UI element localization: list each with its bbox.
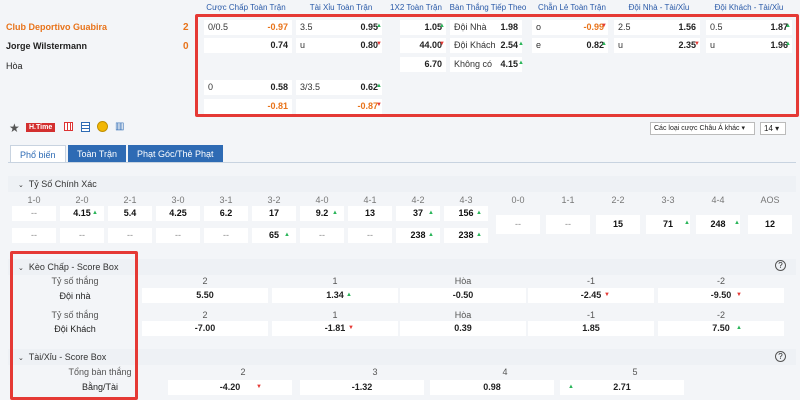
away-scorebox-odds[interactable]: 0.39 (400, 321, 526, 336)
header-home-ou: Đội Nhà - Tài/Xỉu (628, 3, 690, 12)
up-arrow-icon: ▲ (476, 210, 482, 216)
score-header: AOS (760, 195, 780, 205)
column-header: 4 (502, 367, 508, 377)
tab-underline (8, 162, 796, 163)
header-1x2: 1X2 Toàn Trận (390, 3, 442, 12)
home-score: 2 (183, 22, 189, 33)
score-odds-cell[interactable]: -- (60, 228, 104, 243)
score-odds-cell[interactable]: -- (204, 228, 248, 243)
home-scorebox-odds[interactable]: -2.45 (528, 288, 654, 303)
header-odd-even: Chẵn Lẻ Toàn Trận (538, 3, 606, 12)
count-select[interactable]: 14 ▾ (760, 122, 786, 135)
score-odds-cell[interactable]: 6.2 (204, 206, 248, 221)
down-arrow-icon: ▼ (736, 292, 742, 298)
up-arrow-icon: ▲ (428, 210, 434, 216)
draw-label: Hòa (6, 61, 23, 71)
home-scorebox-odds[interactable]: 5.50 (142, 288, 268, 303)
up-arrow-icon: ▲ (734, 220, 740, 226)
highlight-odds-box (195, 14, 799, 117)
up-arrow-icon: ▲ (332, 210, 338, 216)
score-odds-cell[interactable]: 13 (348, 206, 392, 221)
away-score: 0 (183, 41, 189, 52)
score-header: 4-4 (711, 195, 725, 205)
up-arrow-icon: ▲ (568, 384, 574, 390)
chevron-down-icon: ⌄ (18, 182, 24, 189)
column-header: 3 (372, 367, 378, 377)
down-arrow-icon: ▼ (604, 292, 610, 298)
score-odds-cell[interactable]: -- (546, 215, 590, 234)
chart-icon[interactable]: ▥ (115, 121, 124, 132)
column-header: -2 (716, 276, 725, 286)
ou-scorebox-odds[interactable]: 0.98 (430, 380, 554, 395)
tab-full-match[interactable]: Toàn Trận (68, 145, 127, 163)
up-arrow-icon: ▲ (346, 292, 352, 298)
ou-scorebox-odds[interactable]: -1.32 (300, 380, 424, 395)
ou-scorebox-odds[interactable]: -4.20 (168, 380, 292, 395)
score-header: 0-0 (511, 195, 525, 205)
home-scorebox-odds[interactable]: -9.50 (658, 288, 784, 303)
tab-corner-card[interactable]: Phạt Góc/Thẻ Phạt (128, 145, 223, 163)
tab-popular[interactable]: Phổ biến (10, 145, 66, 163)
score-odds-cell[interactable]: -- (348, 228, 392, 243)
score-odds-cell[interactable]: 12 (748, 215, 792, 234)
highlight-scorebox (10, 251, 138, 400)
help-icon[interactable]: ? (775, 260, 786, 271)
score-header: 3-3 (661, 195, 675, 205)
column-header: -2 (716, 310, 725, 320)
htime-badge[interactable]: H.Time (26, 123, 56, 132)
away-scorebox-odds[interactable]: -7.00 (142, 321, 268, 336)
score-odds-cell[interactable]: 17 (252, 206, 296, 221)
up-arrow-icon: ▲ (476, 232, 482, 238)
away-scorebox-odds[interactable]: 1.85 (528, 321, 654, 336)
score-odds-cell[interactable]: -- (300, 228, 344, 243)
star-icon[interactable]: ★ (9, 121, 20, 135)
up-arrow-icon: ▲ (684, 220, 690, 226)
grid-icon[interactable] (64, 122, 73, 131)
column-header: 2 (240, 367, 246, 377)
column-header: -1 (586, 276, 595, 286)
home-scorebox-odds[interactable]: -0.50 (400, 288, 526, 303)
away-scorebox-odds[interactable]: -1.81 (272, 321, 398, 336)
score-header: 2-2 (611, 195, 625, 205)
correct-score-title: Tỷ Số Chính Xác (28, 179, 97, 189)
market-select[interactable]: Các loại cược Châu Á khác ▾ (650, 122, 755, 135)
column-header: Hòa (454, 310, 472, 320)
correct-score-header[interactable]: ⌄ Tỷ Số Chính Xác (8, 176, 796, 192)
score-odds-cell[interactable]: -- (12, 206, 56, 221)
coin-icon[interactable] (97, 121, 108, 132)
list-icon[interactable] (81, 122, 90, 132)
score-odds-cell[interactable]: -- (496, 215, 540, 234)
help-icon[interactable]: ? (775, 351, 786, 362)
column-header: Hòa (454, 276, 472, 286)
away-scorebox-odds[interactable]: 7.50 (658, 321, 784, 336)
score-odds-cell[interactable]: -- (12, 228, 56, 243)
home-scorebox-odds[interactable]: 1.34 (272, 288, 398, 303)
header-away-ou: Đội Khách - Tài/Xỉu (714, 3, 784, 12)
score-odds-cell[interactable]: 5.4 (108, 206, 152, 221)
column-header: 2 (202, 310, 208, 320)
up-arrow-icon: ▲ (428, 232, 434, 238)
header-handicap: Cược Chấp Toàn Trận (206, 3, 286, 12)
score-odds-cell[interactable]: 4.25 (156, 206, 200, 221)
score-odds-cell[interactable]: -- (156, 228, 200, 243)
ou-scorebox-odds[interactable]: 2.71 (560, 380, 684, 395)
away-team-name[interactable]: Jorge Wilstermann (6, 41, 87, 51)
header-next-goal: Bàn Thắng Tiếp Theo (449, 3, 527, 12)
down-arrow-icon: ▼ (348, 325, 354, 331)
home-team-name[interactable]: Club Deportivo Guabira (6, 22, 107, 32)
up-arrow-icon: ▲ (92, 210, 98, 216)
column-header: -1 (586, 310, 595, 320)
column-header: 1 (332, 276, 338, 286)
column-header: 2 (202, 276, 208, 286)
up-arrow-icon: ▲ (736, 325, 742, 331)
score-odds-cell[interactable]: 15 (596, 215, 640, 234)
up-arrow-icon: ▲ (284, 232, 290, 238)
down-arrow-icon: ▼ (256, 384, 262, 390)
score-odds-cell[interactable]: -- (108, 228, 152, 243)
column-header: 5 (632, 367, 638, 377)
column-header: 1 (332, 310, 338, 320)
header-overunder: Tài Xỉu Toàn Trận (309, 3, 373, 12)
score-header: 1-1 (561, 195, 575, 205)
